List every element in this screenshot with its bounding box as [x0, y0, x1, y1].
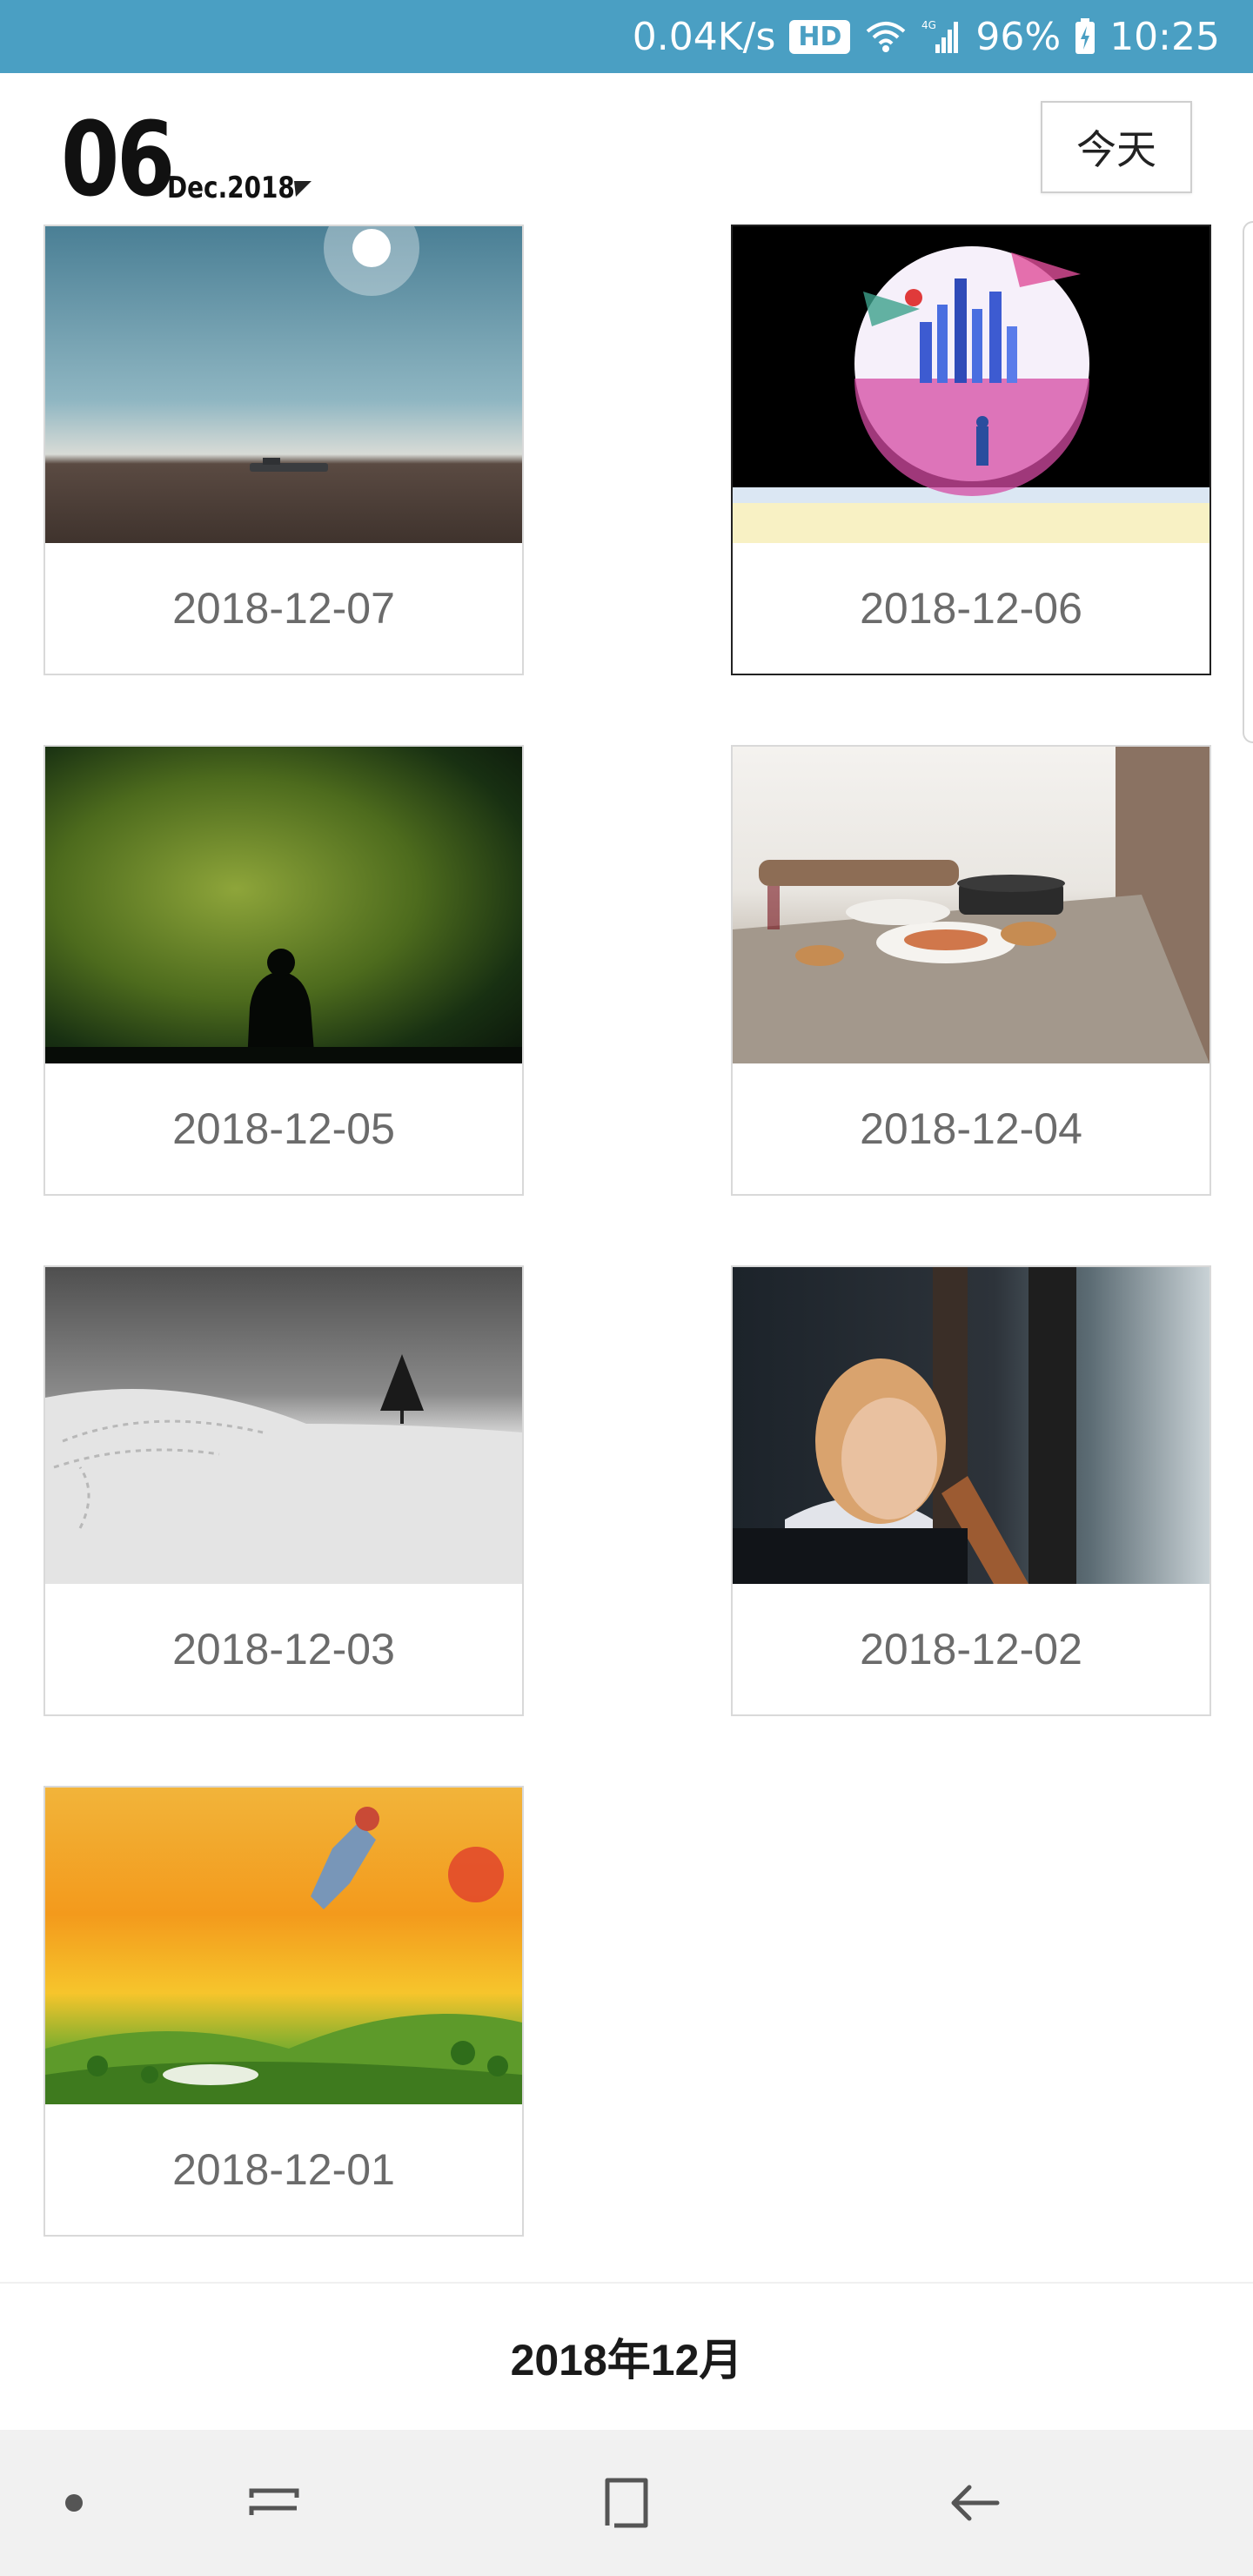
navigation-bar: [0, 2430, 1253, 2576]
card-date: 2018-12-07: [172, 584, 395, 633]
daily-card[interactable]: 2018-12-07: [44, 225, 524, 675]
home-icon[interactable]: [583, 2430, 670, 2576]
card-date: 2018-12-03: [172, 1625, 395, 1674]
city-moon-illustration: [733, 226, 1209, 543]
back-icon[interactable]: [931, 2430, 1018, 2576]
recents-icon[interactable]: [235, 2430, 313, 2576]
dot-icon[interactable]: [52, 2430, 96, 2576]
daily-card[interactable]: 2018-12-03: [44, 1265, 524, 1716]
month-footer: 2018年12月: [0, 2282, 1253, 2430]
dinner-table-photo: [733, 747, 1209, 1063]
daily-card[interactable]: 2018-12-04: [731, 745, 1211, 1196]
daily-card-grid: 2018-12-07 2018-12-06 2018-12-05 2018-12…: [0, 0, 1253, 2280]
desert-plane-photo: [45, 226, 522, 543]
scroll-handle[interactable]: [1243, 221, 1253, 743]
snow-hill-tree-photo: [45, 1267, 522, 1584]
card-date: 2018-12-05: [172, 1104, 395, 1153]
month-label: 2018年12月: [510, 2336, 743, 2385]
aurora-silhouette-photo: [45, 747, 522, 1063]
flying-girl-painting: [45, 1788, 522, 2104]
card-date: 2018-12-04: [860, 1104, 1082, 1153]
card-date: 2018-12-06: [860, 584, 1082, 633]
daily-card-selected[interactable]: 2018-12-06: [731, 225, 1211, 675]
daily-card[interactable]: 2018-12-02: [731, 1265, 1211, 1716]
boy-ferry-window-photo: [733, 1267, 1209, 1584]
daily-card[interactable]: 2018-12-01: [44, 1786, 524, 2237]
daily-card[interactable]: 2018-12-05: [44, 745, 524, 1196]
card-date: 2018-12-02: [860, 1625, 1082, 1674]
card-date: 2018-12-01: [172, 2145, 395, 2194]
